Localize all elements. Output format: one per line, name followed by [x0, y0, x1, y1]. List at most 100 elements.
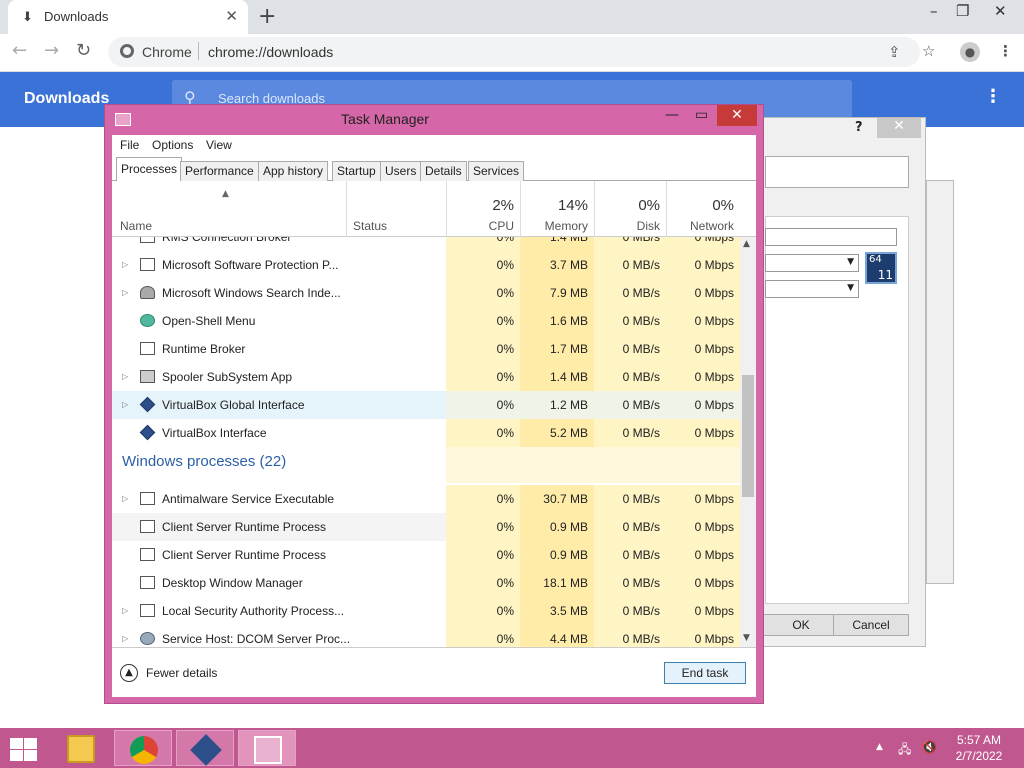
new-tab-button[interactable]: +: [258, 4, 276, 29]
expand-chevron-icon[interactable]: ▷: [122, 391, 128, 419]
reload-button[interactable]: ↻: [76, 40, 91, 61]
forward-button[interactable]: →: [44, 40, 59, 61]
ok-button[interactable]: OK: [763, 614, 839, 636]
table-row[interactable]: ▷ Antimalware Service Executable 0% 30.7 MB…: [112, 485, 740, 513]
column-cpu[interactable]: 2% CPU: [446, 181, 520, 237]
table-row[interactable]: Desktop Window Manager 0% 18.1 MB 0 MB/s 0 M…: [112, 569, 740, 597]
omnibox[interactable]: Chrome chrome://downloads ⇪: [108, 37, 920, 67]
omnibox-separator: [198, 42, 199, 60]
process-mem-value: 1.7 MB: [549, 342, 588, 356]
profile-avatar-icon[interactable]: ●: [960, 42, 980, 62]
process-cpu-value: 0%: [496, 576, 514, 590]
table-row[interactable]: Client Server Runtime Process 0% 0.9 MB 0 M…: [112, 513, 740, 541]
maximize-button[interactable]: ▭: [695, 107, 708, 123]
close-window-button[interactable]: ✕: [994, 2, 1007, 20]
close-tab-icon[interactable]: ✕: [225, 7, 238, 25]
column-disk[interactable]: 0% Disk: [594, 181, 666, 237]
start-button[interactable]: [8, 736, 38, 762]
minimize-window-button[interactable]: –: [930, 2, 938, 20]
cell-background: [446, 447, 520, 483]
tab-details[interactable]: Details: [420, 161, 467, 181]
minimize-button[interactable]: —: [665, 107, 679, 123]
bookmark-star-icon[interactable]: ☆: [922, 42, 935, 60]
dialog-name-field[interactable]: [765, 228, 897, 246]
process-icon: [140, 604, 155, 617]
chevron-up-icon[interactable]: ▲: [120, 664, 138, 682]
table-row[interactable]: Client Server Runtime Process 0% 0.9 MB 0 M…: [112, 541, 740, 569]
downloads-menu-icon[interactable]: ⋮: [984, 86, 1002, 107]
window-title: Task Manager: [341, 111, 429, 127]
taskbar-chrome[interactable]: [114, 730, 172, 766]
process-mem-value: 1.6 MB: [549, 314, 588, 328]
tab-services[interactable]: Services: [468, 161, 525, 181]
tab-app-history[interactable]: App history: [258, 161, 329, 181]
table-row[interactable]: Open-Shell Menu 0% 1.6 MB 0 MB/s 0 Mbps: [112, 307, 740, 335]
share-icon[interactable]: ⇪: [888, 43, 901, 61]
tab-users[interactable]: Users: [380, 161, 422, 181]
process-disk-value: 0 MB/s: [622, 492, 660, 506]
taskbar-clock[interactable]: 5:57 AM 2/7/2022: [950, 732, 1008, 764]
table-row[interactable]: Runtime Broker 0% 1.7 MB 0 MB/s 0 Mbps: [112, 335, 740, 363]
tab-processes[interactable]: Processes: [116, 157, 183, 182]
fewer-details-link[interactable]: Fewer details: [146, 666, 217, 680]
table-row[interactable]: ▷ Microsoft Windows Search Inde... 0% 7.9 M…: [112, 279, 740, 307]
volume-muted-icon[interactable]: 🔇: [922, 740, 937, 754]
taskbar-file-explorer[interactable]: [52, 730, 110, 766]
tab-startup[interactable]: Startup: [332, 161, 381, 181]
expand-chevron-icon[interactable]: ▷: [122, 597, 128, 625]
process-net-value: 0 Mbps: [694, 258, 734, 272]
scroll-up-icon[interactable]: ▲: [743, 239, 750, 249]
table-row[interactable]: ▷ Local Security Authority Process... 0% 3.…: [112, 597, 740, 625]
taskbar: ▲ 🖧 🔇 5:57 AM 2/7/2022: [0, 728, 1024, 768]
omnibox-url[interactable]: chrome://downloads: [208, 44, 333, 60]
table-row[interactable]: ▷ Microsoft Software Protection P... 0% 3.7…: [112, 251, 740, 279]
restore-window-button[interactable]: ❐: [956, 2, 969, 20]
column-memory[interactable]: 14% Memory: [520, 181, 594, 237]
chrome-menu-icon[interactable]: ⋮: [998, 42, 1013, 60]
expand-chevron-icon[interactable]: ▷: [122, 363, 128, 391]
process-icon: [140, 286, 155, 299]
expand-chevron-icon[interactable]: ▷: [122, 279, 128, 307]
taskbar-virtualbox[interactable]: [176, 730, 234, 766]
column-status[interactable]: Status: [346, 181, 446, 237]
cpu-total: 2%: [492, 197, 514, 214]
browser-tab[interactable]: ⬇ Downloads ✕: [8, 0, 248, 34]
process-icon: [139, 424, 156, 441]
expand-chevron-icon[interactable]: ▷: [122, 485, 128, 513]
table-row[interactable]: RMS Connection Broker 0% 1.4 MB 0 MB/s 0 Mbp…: [112, 237, 740, 251]
end-task-button[interactable]: End task: [664, 662, 746, 684]
dialog-text-panel: [765, 156, 909, 188]
cell-background: [666, 447, 740, 483]
cancel-button[interactable]: Cancel: [833, 614, 909, 636]
column-network[interactable]: 0% Network: [666, 181, 740, 237]
table-row[interactable]: ▷ VirtualBox Global Interface 0% 1.2 MB 0 MB…: [112, 391, 740, 419]
show-hidden-icons[interactable]: ▲: [876, 742, 883, 752]
table-row[interactable]: ▷ Spooler SubSystem App 0% 1.4 MB 0 MB/s 0 Mb…: [112, 363, 740, 391]
taskbar-task-manager[interactable]: [238, 730, 296, 766]
expand-chevron-icon[interactable]: ▷: [122, 625, 128, 647]
menu-view[interactable]: View: [206, 138, 232, 152]
process-net-value: 0 Mbps: [694, 492, 734, 506]
menu-file[interactable]: File: [120, 138, 139, 152]
process-name: Antimalware Service Executable: [162, 492, 335, 506]
close-button[interactable]: ✕: [717, 105, 757, 126]
expand-chevron-icon[interactable]: ▷: [122, 251, 128, 279]
help-button[interactable]: ?: [855, 120, 863, 135]
column-name[interactable]: Name: [112, 181, 346, 237]
back-button[interactable]: ←: [12, 40, 27, 61]
process-cpu-value: 0%: [496, 370, 514, 384]
tab-performance[interactable]: Performance: [180, 161, 259, 181]
network-icon[interactable]: 🖧: [898, 740, 911, 761]
table-row[interactable]: VirtualBox Interface 0% 5.2 MB 0 MB/s 0 Mbps: [112, 419, 740, 447]
process-name: Runtime Broker: [162, 342, 246, 356]
process-cpu-value: 0%: [496, 632, 514, 646]
dialog-version-dropdown[interactable]: ▼: [765, 280, 859, 298]
scroll-down-icon[interactable]: ▼: [743, 633, 750, 643]
vertical-scrollbar[interactable]: ▲ ▼: [740, 237, 756, 647]
process-icon: [140, 492, 155, 505]
dialog-type-dropdown[interactable]: ▼: [765, 254, 859, 272]
scrollbar-thumb[interactable]: [742, 375, 754, 497]
dialog-close-button[interactable]: ✕: [877, 118, 921, 138]
table-row[interactable]: ▷ Service Host: DCOM Server Proc... 0% 4.4 …: [112, 625, 740, 647]
menu-options[interactable]: Options: [152, 138, 193, 152]
